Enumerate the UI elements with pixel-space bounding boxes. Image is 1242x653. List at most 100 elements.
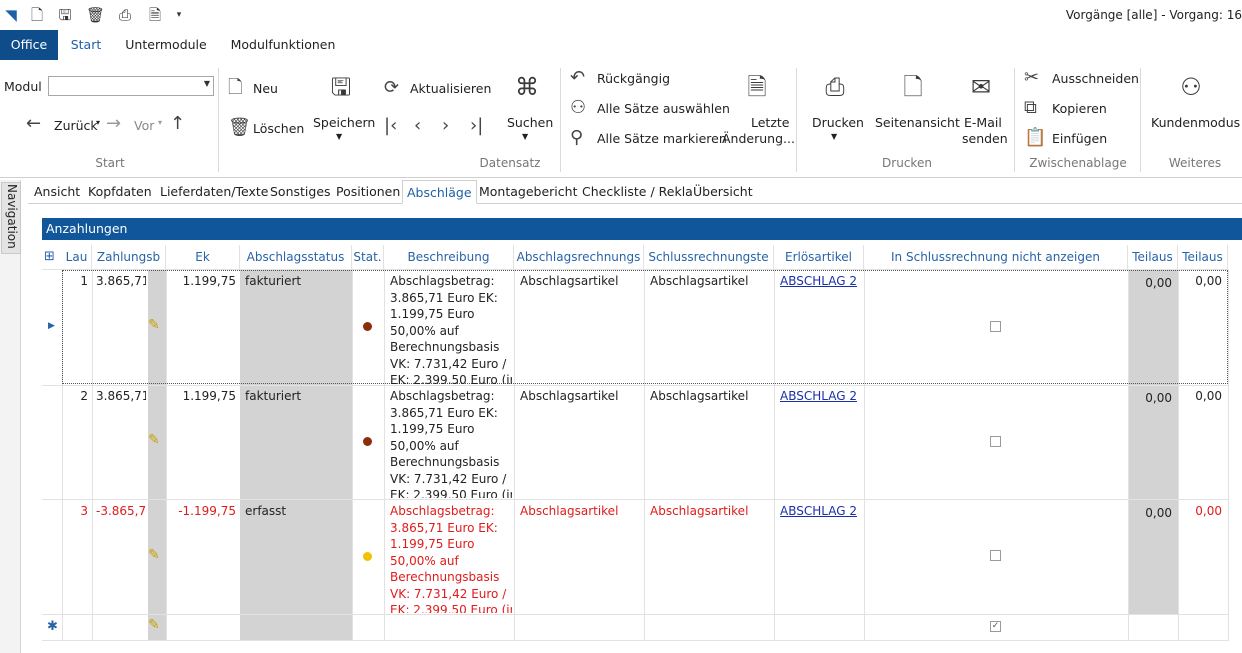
col-header-erloesartikel[interactable]: Erlösartikel [774, 245, 864, 269]
col-header-schlussrechnung[interactable]: Schlussrechnungste [644, 245, 774, 269]
cell-erloesartikel-link[interactable]: ABSCHLAG 2 [780, 503, 862, 520]
tab-checkliste[interactable]: Checkliste / Rekla [582, 180, 693, 204]
tab-uebersicht[interactable]: Übersicht [693, 180, 753, 204]
tab-modulfunktionen[interactable]: Modulfunktionen [226, 30, 340, 60]
paste-icon[interactable]: 📋 [1024, 128, 1046, 148]
copy-icon[interactable]: ⧉ [1024, 98, 1037, 118]
tab-kopfdaten[interactable]: Kopfdaten [88, 180, 152, 204]
cell-erloesartikel-link[interactable]: ABSCHLAG 2 [780, 388, 862, 405]
print-button[interactable]: Drucken [812, 115, 864, 130]
col-header-nicht-anzeigen[interactable]: In Schlussrechnung nicht anzeigen [864, 245, 1128, 269]
cell-teilaus-1[interactable]: 0,00 [1128, 505, 1172, 522]
cell-zahlungsbetrag[interactable]: 3.865,71 [96, 273, 146, 290]
cell-abschlagsrechnung[interactable]: Abschlagsartikel [520, 503, 642, 520]
back-button[interactable]: Zurück [54, 118, 98, 133]
cell-erloesartikel-link[interactable]: ABSCHLAG 2 [780, 273, 862, 290]
cell-schlussrechnung[interactable]: Abschlagsartikel [650, 503, 772, 520]
cell-ek[interactable]: 1.199,75 [166, 388, 236, 405]
col-header-teilaus-2[interactable]: Teilaus [1178, 245, 1228, 269]
quick-access-dropdown-icon[interactable]: ▾ [170, 6, 188, 24]
binoculars-icon[interactable]: ⌘ [510, 72, 544, 102]
last-changes-label-2[interactable]: Änderung... [722, 131, 795, 146]
cell-schlussrechnung[interactable]: Abschlagsartikel [650, 388, 772, 405]
new-document-icon[interactable]: 🗋 [28, 6, 46, 24]
arrow-up-icon[interactable]: ↑ [170, 114, 185, 134]
pin-icon[interactable]: ⚲ [570, 128, 583, 148]
delete-button[interactable]: Löschen [253, 121, 304, 136]
tab-positionen[interactable]: Positionen [336, 180, 400, 204]
tab-ansicht[interactable]: Ansicht [34, 180, 80, 204]
modul-select[interactable]: ▼ [48, 76, 214, 96]
col-header-beschreibung[interactable]: Beschreibung [384, 245, 514, 269]
col-header-lau[interactable]: Lau [62, 245, 92, 269]
refresh-button[interactable]: Aktualisieren [410, 81, 491, 96]
save-button[interactable]: Speichern [313, 115, 375, 130]
checkbox-nicht-anzeigen-checked[interactable]: ✓ [990, 621, 1001, 632]
last-record-icon[interactable]: ›| [470, 116, 483, 136]
select-all-button[interactable]: Alle Sätze auswählen [597, 101, 730, 116]
select-all-icon[interactable]: ⚇ [570, 98, 586, 118]
cell-ek[interactable]: 1.199,75 [166, 273, 236, 290]
delete-icon[interactable]: 🗑 [228, 118, 251, 138]
cell-lau[interactable]: 1 [62, 273, 88, 290]
checkbox-nicht-anzeigen[interactable] [990, 436, 1001, 447]
trash-icon[interactable]: 🗑 [86, 6, 105, 24]
copy-button[interactable]: Kopieren [1052, 101, 1107, 116]
refresh-icon[interactable]: ⟳ [384, 78, 399, 98]
tab-sonstiges[interactable]: Sonstiges [270, 180, 331, 204]
last-changes-label-1[interactable]: Letzte [751, 115, 790, 130]
undo-button[interactable]: Rückgängig [597, 71, 670, 86]
tab-abschlaege[interactable]: Abschläge [402, 180, 477, 204]
user-icon[interactable]: ⚇ [1174, 72, 1208, 102]
previous-record-icon[interactable]: ‹ [414, 116, 421, 136]
cut-button[interactable]: Ausschneiden [1052, 71, 1139, 86]
print-icon[interactable]: ⎙ [116, 6, 134, 24]
cell-ek[interactable]: -1.199,75 [166, 503, 236, 520]
checkbox-nicht-anzeigen[interactable] [990, 321, 1001, 332]
back-dropdown-icon[interactable]: ▾ [96, 118, 100, 127]
navigation-toggle[interactable]: Navigation [1, 182, 21, 254]
paste-button[interactable]: Einfügen [1052, 131, 1107, 146]
print-preview-icon[interactable]: 🗎 [146, 6, 164, 24]
cell-beschreibung[interactable]: Abschlagsbetrag: 3.865,71 Euro EK: 1.199,7… [390, 273, 512, 384]
cell-zahlungsbetrag[interactable]: -3.865,7 [96, 503, 146, 520]
col-header-zahlungsbetrag[interactable]: Zahlungsb [92, 245, 166, 269]
col-header-abschlagsstatus[interactable]: Abschlagsstatus [240, 245, 352, 269]
cell-schlussrechnung[interactable]: Abschlagsartikel [650, 273, 772, 290]
save-icon[interactable]: 🖫 [326, 72, 356, 102]
pencil-icon[interactable]: ✎ [148, 547, 160, 563]
tab-start[interactable]: Start [62, 30, 110, 60]
cell-teilaus-1[interactable]: 0,00 [1128, 390, 1172, 407]
pencil-icon[interactable]: ✎ [148, 432, 160, 448]
col-header-ek[interactable]: Ek [166, 245, 240, 269]
cell-abschlagsrechnung[interactable]: Abschlagsartikel [520, 273, 642, 290]
first-record-icon[interactable]: |‹ [384, 116, 397, 136]
cell-abschlagsstatus[interactable]: fakturiert [245, 273, 349, 290]
cell-beschreibung[interactable]: Abschlagsbetrag: 3.865,71 Euro EK: 1.199,7… [390, 388, 512, 498]
cell-abschlagsstatus[interactable]: erfasst [245, 503, 349, 520]
pencil-icon[interactable]: ✎ [148, 317, 160, 333]
scissors-icon[interactable]: ✂ [1024, 68, 1039, 88]
tab-montagebericht[interactable]: Montagebericht [479, 180, 577, 204]
cell-teilaus-2[interactable]: 0,00 [1178, 503, 1222, 520]
col-header-stat[interactable]: Stat. [352, 245, 384, 269]
cell-abschlagsstatus[interactable]: fakturiert [245, 388, 349, 405]
history-document-icon[interactable]: 🗎 [742, 72, 772, 102]
printer-icon[interactable]: ⎙ [818, 72, 852, 102]
cell-teilaus-2[interactable]: 0,00 [1178, 388, 1222, 405]
cell-teilaus-2[interactable]: 0,00 [1178, 273, 1222, 290]
customer-mode-button[interactable]: Kundenmodus [1151, 115, 1240, 130]
next-record-icon[interactable]: › [442, 116, 449, 136]
email-label-1[interactable]: E-Mail [964, 115, 1002, 130]
page-preview-button[interactable]: Seitenansicht [875, 115, 960, 130]
tab-untermodule[interactable]: Untermodule [120, 30, 212, 60]
envelope-icon[interactable]: ✉ [964, 72, 998, 102]
new-icon[interactable]: 🗋 [228, 78, 242, 98]
save-dropdown-icon[interactable]: ▼ [336, 132, 342, 141]
undo-icon[interactable]: ↶ [570, 68, 585, 88]
col-header-abschlagsrechnung[interactable]: Abschlagsrechnungs [514, 245, 644, 269]
page-preview-icon[interactable]: 🗋 [898, 72, 928, 102]
arrow-left-icon[interactable]: ← [26, 114, 41, 134]
cell-beschreibung[interactable]: Abschlagsbetrag: 3.865,71 Euro EK: 1.199,7… [390, 503, 512, 613]
email-label-2[interactable]: senden [962, 131, 1008, 146]
